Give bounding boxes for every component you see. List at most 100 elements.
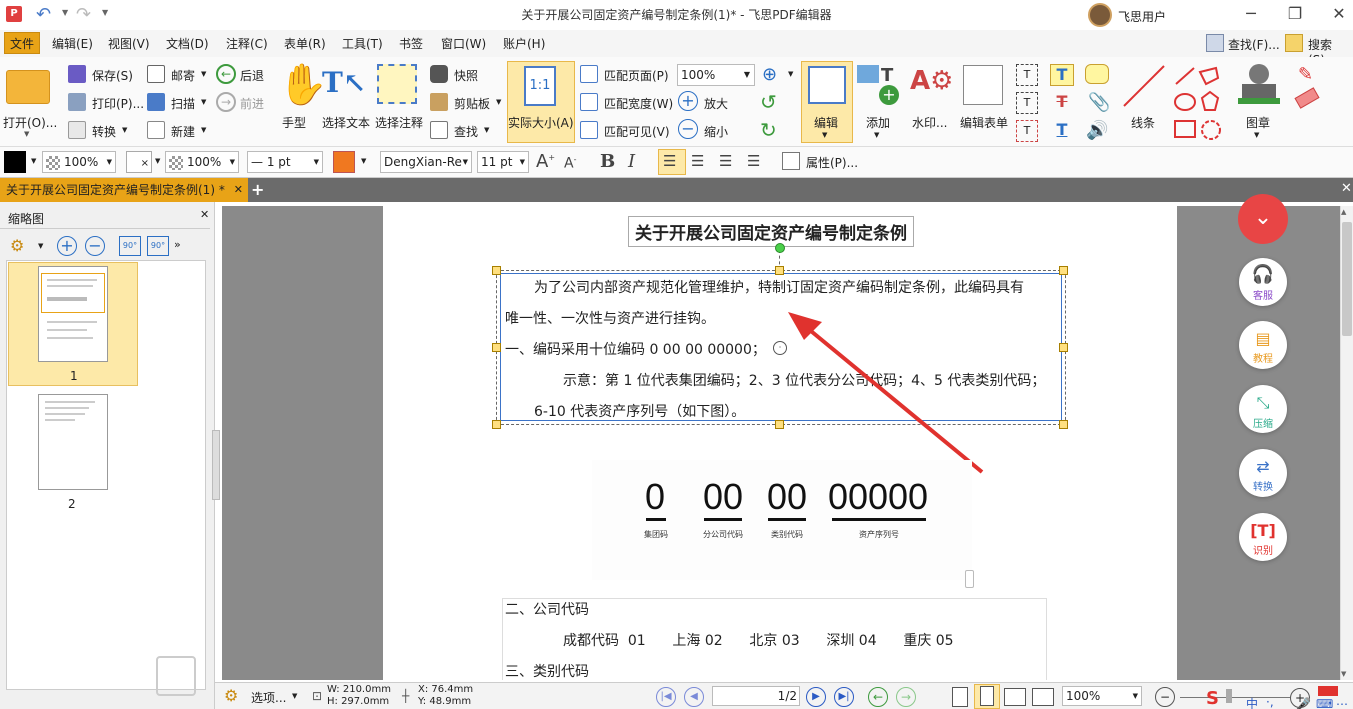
thumbnail-page-2[interactable] — [38, 394, 108, 490]
menu-bookmarks[interactable]: 书签 — [399, 35, 423, 52]
find-menu-button[interactable]: 查找(F)... — [1228, 36, 1280, 53]
thumb-zoom-in-icon[interactable]: + — [57, 236, 77, 256]
add-icon[interactable]: T + — [857, 65, 901, 105]
menu-document[interactable]: 文档(D) — [166, 35, 209, 52]
status-settings-icon[interactable]: ⚙ — [224, 686, 238, 705]
font-name-combo[interactable]: DengXian-Re ▼ — [380, 151, 472, 173]
rotate-handle[interactable] — [775, 243, 785, 253]
page-number-input[interactable]: 1/2 — [712, 686, 800, 706]
rotate-ccw-icon[interactable]: 90° — [119, 236, 141, 256]
ime-logo-icon[interactable]: S — [1206, 688, 1236, 709]
font-size-dropdown-icon[interactable]: ▼ — [520, 152, 525, 172]
search-icon[interactable] — [1285, 34, 1303, 52]
fill-opacity-combo[interactable]: 100% ▼ — [42, 151, 116, 173]
select-annotation-icon[interactable] — [377, 64, 417, 104]
underline-text-icon[interactable]: T — [1050, 120, 1074, 142]
clipboard-dropdown-icon[interactable]: ▼ — [496, 98, 501, 106]
close-button[interactable]: ✕ — [1324, 3, 1353, 25]
continuous-facing-icon[interactable] — [1032, 688, 1054, 706]
align-right-icon[interactable]: ☰ — [719, 152, 732, 170]
hand-tool-button[interactable]: 手型 — [282, 114, 306, 131]
rotate-left-icon[interactable]: ↺ — [760, 90, 777, 114]
strikeout-icon[interactable]: T — [1050, 92, 1074, 114]
document-title[interactable]: 关于开展公司固定资产编号制定条例 — [628, 216, 914, 247]
close-tab-icon[interactable]: ✕ — [1341, 181, 1352, 196]
new-doc-icon[interactable] — [147, 121, 165, 139]
text-box-icon[interactable]: T — [1016, 92, 1038, 114]
zoom-out-icon[interactable]: − — [678, 119, 698, 139]
history-back-icon[interactable]: ← — [868, 687, 888, 707]
tab-document[interactable]: 关于开展公司固定资产编号制定条例(1) * ✕ — [0, 178, 248, 202]
lines-button[interactable]: 线条 — [1131, 114, 1155, 131]
edit-form-button[interactable]: 编辑表单 — [960, 114, 1008, 131]
fit-width-icon[interactable] — [580, 93, 598, 111]
rotate-cw-icon[interactable]: 90° — [147, 236, 169, 256]
print-icon[interactable] — [68, 93, 86, 111]
history-forward-icon[interactable]: → — [896, 687, 916, 707]
fit-visible-icon[interactable] — [580, 121, 598, 139]
status-zoom-out-icon[interactable]: − — [1155, 687, 1175, 707]
edit-form-icon[interactable] — [963, 65, 1003, 105]
avatar[interactable] — [1088, 3, 1112, 27]
increase-font-icon[interactable]: A+ — [536, 151, 555, 172]
select-annotation-button[interactable]: 选择注释 — [375, 114, 423, 131]
fit-visible-button[interactable]: 匹配可见(V) — [604, 123, 670, 140]
fit-page-icon[interactable] — [580, 65, 598, 83]
menu-view[interactable]: 视图(V) — [108, 35, 150, 52]
mail-dropdown-icon[interactable]: ▼ — [201, 70, 206, 78]
fill-color-dropdown-icon[interactable]: ▼ — [31, 157, 36, 165]
forward-icon[interactable]: → — [216, 92, 236, 112]
scan-dropdown-icon[interactable]: ▼ — [201, 98, 206, 106]
menu-file[interactable]: 文件 — [4, 32, 40, 54]
pages-icon[interactable] — [156, 656, 196, 696]
find-icon[interactable] — [1206, 34, 1224, 52]
facing-pages-icon[interactable] — [1004, 688, 1026, 706]
zoom-in-button[interactable]: 放大 — [704, 95, 728, 112]
status-zoom-dropdown-icon[interactable]: ▼ — [1133, 687, 1138, 705]
scan-icon[interactable] — [147, 93, 165, 111]
more-icon[interactable]: » — [174, 238, 181, 251]
stamp-icon[interactable] — [1238, 64, 1280, 106]
single-page-icon[interactable] — [952, 687, 968, 707]
line-width-dropdown-icon[interactable]: ▼ — [314, 152, 319, 172]
first-page-icon[interactable]: |◀ — [656, 687, 676, 707]
justify-icon[interactable]: ☰ — [747, 152, 760, 170]
panel-splitter[interactable] — [212, 430, 220, 500]
decrease-font-icon[interactable]: A- — [564, 155, 576, 172]
attachment-icon[interactable]: 📎 — [1088, 92, 1110, 113]
text-field-icon[interactable]: T — [1016, 64, 1038, 86]
open-dropdown-icon[interactable]: ▼ — [24, 130, 29, 138]
user-name[interactable]: 飞思用户 — [1118, 8, 1166, 25]
save-icon[interactable] — [68, 65, 86, 83]
edit-dropdown-icon[interactable]: ▼ — [822, 131, 827, 139]
font-name-dropdown-icon[interactable]: ▼ — [463, 152, 468, 172]
new-tab-icon[interactable]: + — [251, 180, 265, 199]
shapes-palette[interactable] — [1172, 64, 1222, 144]
select-text-icon[interactable]: T↖ — [322, 66, 366, 106]
resize-handle-tl[interactable] — [492, 266, 501, 275]
stroke-opacity-dropdown-icon[interactable]: ▼ — [230, 152, 235, 172]
fill-color-swatch[interactable] — [4, 151, 26, 173]
convert-dropdown-icon[interactable]: ▼ — [122, 126, 127, 134]
scroll-up-icon[interactable]: ▲ — [1341, 208, 1346, 216]
clipboard-button[interactable]: 剪贴板 — [454, 95, 490, 112]
compress-button[interactable]: ⤡ 压缩 — [1239, 385, 1287, 433]
minimize-button[interactable]: ─ — [1236, 3, 1266, 25]
new-button[interactable]: 新建 — [171, 123, 195, 140]
watermark-button[interactable]: 水印... — [912, 114, 947, 131]
resize-handle-br[interactable] — [1059, 420, 1068, 429]
folder-icon[interactable] — [6, 70, 50, 104]
tutorial-button[interactable]: ▤ 教程 — [1239, 321, 1287, 369]
callout-icon[interactable]: T — [1016, 120, 1038, 142]
open-button[interactable]: 打开(O)... — [3, 114, 57, 131]
resize-handle-ml[interactable] — [492, 343, 501, 352]
stroke-color-swatch[interactable]: × — [126, 151, 152, 173]
mail-button[interactable]: 邮寄 — [171, 67, 195, 84]
fit-page-button[interactable]: 匹配页面(P) — [604, 67, 669, 84]
maximize-button[interactable]: ❐ — [1280, 3, 1310, 25]
prev-page-icon[interactable]: ◀ — [684, 687, 704, 707]
zoom-combo[interactable]: 100% ▼ — [677, 64, 755, 86]
forward-button[interactable]: 前进 — [240, 95, 264, 112]
status-zoom-combo[interactable]: 100% ▼ — [1062, 686, 1142, 706]
add-dropdown-icon[interactable]: ▼ — [874, 131, 879, 139]
